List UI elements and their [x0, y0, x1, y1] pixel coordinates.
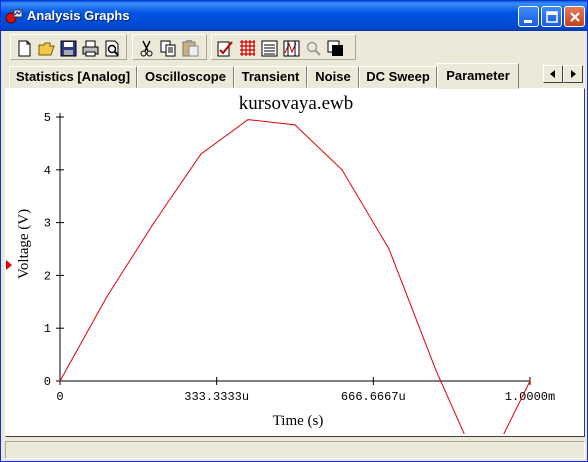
minimize-icon	[524, 20, 532, 23]
print-preview-icon	[105, 40, 119, 57]
tab-noise[interactable]: Noise	[307, 66, 359, 88]
x-tick-label: 1.0000m	[505, 390, 555, 404]
y-tick-label: 2	[44, 269, 51, 283]
voltage-chart: 0 1 2 3 4 5 0 333.3333u 666.6667u 1.0000m	[44, 111, 555, 434]
maximize-icon	[546, 11, 558, 23]
open-button[interactable]	[36, 38, 57, 59]
analysis-graphs-window: Analysis Graphs Statistics [Analog] Osci…	[0, 0, 588, 462]
tab-strip: Statistics [Analog] Oscilloscope Transie…	[5, 63, 585, 89]
voltage-data-point	[153, 222, 155, 224]
toolbar-group-file	[10, 34, 127, 60]
minimize-button[interactable]	[518, 6, 539, 27]
y-tick-label: 1	[44, 322, 51, 336]
graph-panel[interactable]: kursovaya.ewb 0 1 2 3 4 5 0 333.3333u 666.6667u 1…	[5, 88, 585, 437]
reverse-colors-icon	[327, 40, 343, 56]
tab-dc-sweep[interactable]: DC Sweep	[359, 66, 437, 88]
reverse-colors-button[interactable]	[325, 38, 346, 59]
x-tick-label: 333.3333u	[184, 390, 249, 404]
cut-button[interactable]	[136, 38, 157, 59]
y-tick-label: 0	[44, 375, 51, 389]
paste-button[interactable]	[180, 38, 201, 59]
title-bar[interactable]: Analysis Graphs	[1, 1, 587, 31]
y-axis-label: Voltage (V)	[16, 208, 32, 279]
voltage-data-point	[294, 124, 296, 126]
tab-oscilloscope[interactable]: Oscilloscope	[137, 66, 234, 88]
grid-button[interactable]	[237, 38, 258, 59]
zoom-button[interactable]	[303, 38, 324, 59]
tab-parameter[interactable]: Parameter	[437, 63, 519, 89]
tab-scroll-left-button[interactable]	[543, 65, 563, 83]
properties-icon	[217, 41, 233, 57]
save-button[interactable]	[58, 38, 79, 59]
y-tick-label: 4	[44, 164, 51, 178]
close-icon	[570, 12, 580, 22]
tab-transient[interactable]: Transient	[234, 66, 307, 88]
legend-button[interactable]	[259, 38, 280, 59]
y-tick-label: 3	[44, 217, 51, 231]
voltage-data-point	[388, 248, 390, 250]
x-tick-label: 0	[56, 390, 63, 404]
voltage-trace-line	[59, 119, 531, 434]
close-button[interactable]	[564, 6, 585, 27]
x-axis-label: Time (s)	[272, 413, 324, 429]
maximize-button[interactable]	[541, 6, 562, 27]
new-button[interactable]	[14, 38, 35, 59]
x-tick-label: 666.6667u	[341, 390, 406, 404]
status-bar	[5, 441, 585, 459]
new-icon	[18, 40, 31, 57]
arrow-right-icon	[571, 70, 576, 78]
trace-marker-icon[interactable]	[6, 260, 12, 270]
zoom-icon	[306, 41, 321, 56]
copy-icon	[160, 40, 176, 57]
voltage-data-point	[529, 380, 531, 382]
toolbar-group-graph	[211, 34, 356, 60]
grid-icon	[240, 40, 255, 56]
toolbar	[5, 32, 585, 62]
save-icon	[60, 40, 77, 57]
tab-statistics-analog[interactable]: Statistics [Analog]	[9, 66, 137, 88]
cut-icon	[140, 40, 153, 57]
voltage-data-point	[200, 153, 202, 155]
cursors-button[interactable]	[281, 38, 302, 59]
print-preview-button[interactable]	[102, 38, 123, 59]
voltage-data-point	[341, 169, 343, 171]
paste-icon	[182, 40, 199, 57]
voltage-data-point	[435, 369, 437, 372]
print-icon	[82, 40, 99, 57]
legend-icon	[261, 40, 278, 57]
print-button[interactable]	[80, 38, 101, 59]
voltage-data-point	[59, 380, 61, 382]
window-title: Analysis Graphs	[27, 8, 130, 23]
cursors-icon	[283, 40, 300, 57]
voltage-data-point	[106, 295, 108, 298]
voltage-data-point	[247, 119, 249, 121]
arrow-left-icon	[550, 70, 555, 78]
y-tick-label: 5	[44, 111, 51, 125]
copy-button[interactable]	[158, 38, 179, 59]
properties-button[interactable]	[215, 38, 236, 59]
open-icon	[38, 42, 55, 56]
tab-scroll-right-button[interactable]	[563, 65, 583, 83]
app-icon	[5, 9, 23, 24]
toolbar-group-edit	[132, 34, 207, 60]
